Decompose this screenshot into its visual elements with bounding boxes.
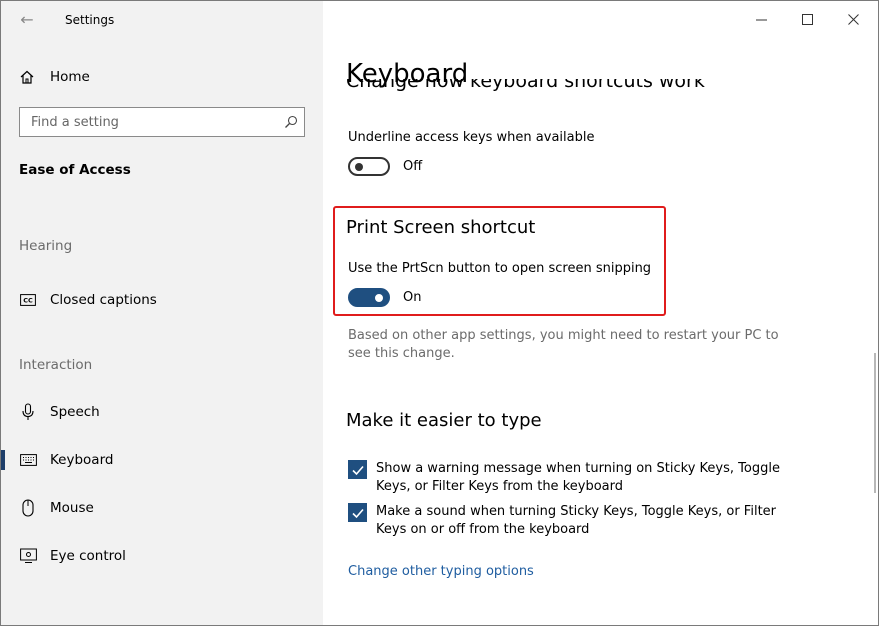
main-content: Keyboard Change how keyboard shortcuts w… <box>324 1 878 625</box>
warning-message-option[interactable]: Show a warning message when turning on S… <box>348 460 808 496</box>
checkmark-icon <box>351 508 364 518</box>
home-label: Home <box>50 69 90 85</box>
sidebar-item-closed-captions[interactable]: CC Closed captions <box>1 285 323 315</box>
section-heading-interaction: Interaction <box>19 357 93 373</box>
svg-text:CC: CC <box>23 297 33 305</box>
underline-toggle-row: Off <box>348 157 422 176</box>
toggle-knob <box>375 293 383 302</box>
checkmark-icon <box>351 465 364 475</box>
mouse-icon <box>19 499 37 517</box>
back-arrow-icon[interactable]: ← <box>15 9 39 31</box>
closed-captions-icon: CC <box>19 291 37 309</box>
print-screen-toggle[interactable] <box>348 288 390 307</box>
sidebar-item-mouse[interactable]: Mouse <box>1 493 323 523</box>
keyboard-icon <box>19 451 37 469</box>
window-title: Settings <box>65 13 115 27</box>
underline-toggle[interactable] <box>348 157 390 176</box>
section-heading-hearing: Hearing <box>19 238 73 254</box>
sidebar-item-label: Closed captions <box>50 292 157 308</box>
home-nav[interactable]: Home <box>19 65 90 89</box>
warning-message-label: Show a warning message when turning on S… <box>376 461 780 494</box>
easier-typing-heading: Make it easier to type <box>346 410 542 431</box>
home-icon <box>20 70 34 84</box>
sidebar-item-label: Speech <box>50 404 100 420</box>
category-title: Ease of Access <box>19 162 131 178</box>
sidebar-item-label: Keyboard <box>50 452 114 468</box>
sound-label: Make a sound when turning Sticky Keys, T… <box>376 504 777 537</box>
eye-icon <box>19 547 37 565</box>
settings-window: ← Settings Home Ease of Access Hearing C… <box>0 0 879 626</box>
microphone-icon <box>19 403 37 421</box>
sidebar-item-label: Eye control <box>50 548 126 564</box>
print-screen-setting-label: Use the PrtScn button to open screen sni… <box>348 261 652 276</box>
warning-message-checkbox[interactable] <box>348 460 367 479</box>
search-box[interactable] <box>19 107 305 137</box>
sidebar-item-eye-control[interactable]: Eye control <box>1 541 323 571</box>
print-screen-toggle-row: On <box>348 288 421 307</box>
sidebar-item-keyboard[interactable]: Keyboard <box>1 445 323 475</box>
toggle-knob <box>355 162 363 171</box>
change-typing-options-link[interactable]: Change other typing options <box>348 564 534 579</box>
print-screen-toggle-state: On <box>403 290 422 305</box>
shortcuts-heading: Change how keyboard shortcuts work <box>346 79 705 92</box>
sidebar-item-label: Mouse <box>50 500 94 516</box>
scrollbar[interactable] <box>874 353 876 493</box>
search-icon[interactable] <box>284 115 298 129</box>
sidebar-item-speech[interactable]: Speech <box>1 397 323 427</box>
sound-option[interactable]: Make a sound when turning Sticky Keys, T… <box>348 503 808 539</box>
underline-toggle-state: Off <box>403 159 423 174</box>
shortcuts-heading-clipped: Change how keyboard shortcuts work <box>346 79 826 103</box>
search-input[interactable] <box>20 108 271 136</box>
restart-note: Based on other app settings, you might n… <box>348 328 779 361</box>
print-screen-heading: Print Screen shortcut <box>346 217 536 238</box>
sidebar: ← Settings Home Ease of Access Hearing C… <box>1 1 323 625</box>
sound-checkbox[interactable] <box>348 503 367 522</box>
underline-setting-label: Underline access keys when available <box>348 130 595 145</box>
